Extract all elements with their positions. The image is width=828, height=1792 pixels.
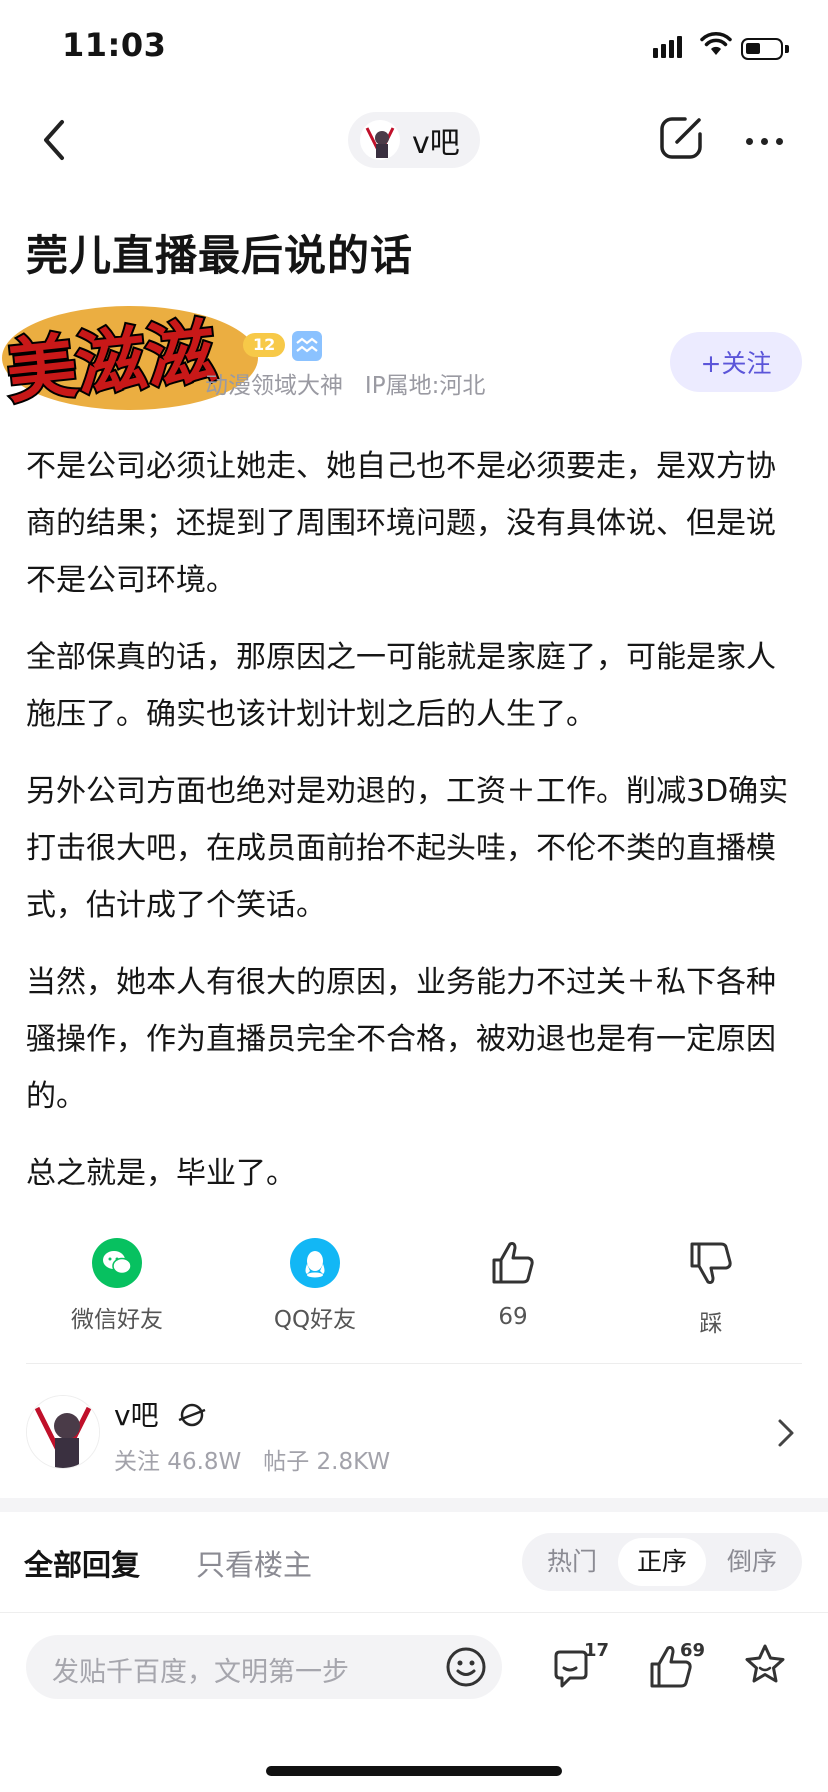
chevron-left-icon [44, 120, 64, 160]
tab-only-op[interactable]: 只看楼主 [196, 1542, 312, 1584]
tab-all-replies[interactable]: 全部回复 [24, 1542, 140, 1584]
bottom-like-count: 69 [680, 1640, 706, 1661]
dislike-button[interactable]: 踩 [641, 1238, 781, 1338]
post-body: 不是公司必须让她走、她自己也不是必须要走，是双方协商的结果；还提到了周围环境问题… [26, 438, 800, 1222]
share-qq-button[interactable]: QQ好友 [245, 1238, 385, 1334]
more-dot-icon [761, 137, 768, 145]
author-avatar-sticker[interactable]: 美滋滋 [0, 288, 270, 428]
battery-icon [741, 38, 783, 60]
battery-cap [785, 45, 789, 53]
post-title: 莞儿直播最后说的话 [26, 231, 414, 280]
comment-placeholder: 发贴千百度，文明第一步 [52, 1657, 349, 1688]
forum-card-name-text: v吧 [114, 1399, 159, 1432]
wechat-icon [92, 1238, 142, 1288]
back-button[interactable] [36, 112, 76, 168]
qq-label: QQ好友 [273, 1307, 357, 1333]
section-gap [0, 1498, 828, 1512]
home-indicator[interactable] [266, 1766, 562, 1776]
sort-hot[interactable]: 热门 [528, 1538, 616, 1586]
wechat-label: 微信好友 [71, 1307, 163, 1333]
divider [0, 1612, 828, 1613]
emoji-button[interactable] [444, 1645, 488, 1693]
divider [26, 1363, 802, 1364]
forum-avatar[interactable] [26, 1395, 100, 1469]
dislike-label: 踩 [699, 1311, 723, 1337]
favorite-button[interactable] [741, 1641, 789, 1693]
sort-desc[interactable]: 倒序 [708, 1538, 796, 1586]
post-paragraph: 另外公司方面也绝对是劝退的，工资＋工作。削减3D确实打击很大吧，在成员面前抬不起… [26, 774, 789, 923]
forum-planet-icon [179, 1403, 206, 1427]
more-dot-icon [776, 137, 783, 145]
qq-icon [290, 1238, 340, 1288]
comment-input[interactable]: 发贴千百度，文明第一步 [26, 1635, 502, 1699]
forum-card-name[interactable]: v吧 [114, 1394, 207, 1434]
post-paragraph: 不是公司必须让她走、她自己也不是必须要走，是双方协商的结果；还提到了周围环境问题… [26, 449, 776, 598]
follow-button[interactable]: +关注 [670, 332, 802, 392]
emoji-icon [446, 1647, 486, 1687]
thumbs-down-icon [690, 1242, 732, 1284]
zodiac-badge-icon [292, 331, 322, 361]
chevron-right-icon [778, 1419, 794, 1447]
sort-asc[interactable]: 正序 [618, 1538, 706, 1586]
like-count: 69 [498, 1304, 528, 1330]
post-paragraph: 当然，她本人有很大的原因，业务能力不过关＋私下各种骚操作，作为直播员完全不合格，… [26, 965, 776, 1114]
status-time: 11:03 [62, 26, 167, 64]
share-icon [660, 117, 702, 159]
sort-switch: 热门 正序 倒序 [522, 1533, 802, 1591]
level-badge: 12 [243, 333, 286, 357]
forum-pill[interactable]: v吧 [348, 112, 480, 168]
post-paragraph: 全部保真的话，那原因之一可能就是家庭了，可能是家人施压了。确实也该计划计划之后的… [26, 640, 776, 732]
forum-enter-button[interactable] [775, 1416, 797, 1454]
post-paragraph: 总之就是，毕业了。 [26, 1156, 296, 1191]
share-wechat-button[interactable]: 微信好友 [47, 1238, 187, 1334]
more-dot-icon [746, 137, 753, 145]
share-button[interactable] [655, 112, 707, 164]
cellular-signal-icon [653, 36, 682, 58]
star-icon [745, 1644, 785, 1683]
forum-pill-name: v吧 [412, 126, 460, 161]
author-meta: 动漫领域大神 IP属地:河北 [205, 373, 486, 399]
wifi-icon [700, 31, 732, 61]
thumbs-up-icon [492, 1242, 534, 1284]
forum-stats: 关注 46.8W 帖子 2.8KW [114, 1449, 391, 1475]
forum-avatar-small [360, 120, 400, 160]
like-button[interactable]: 69 [443, 1238, 583, 1330]
comment-count: 17 [584, 1640, 610, 1661]
more-options-button[interactable] [746, 126, 796, 156]
